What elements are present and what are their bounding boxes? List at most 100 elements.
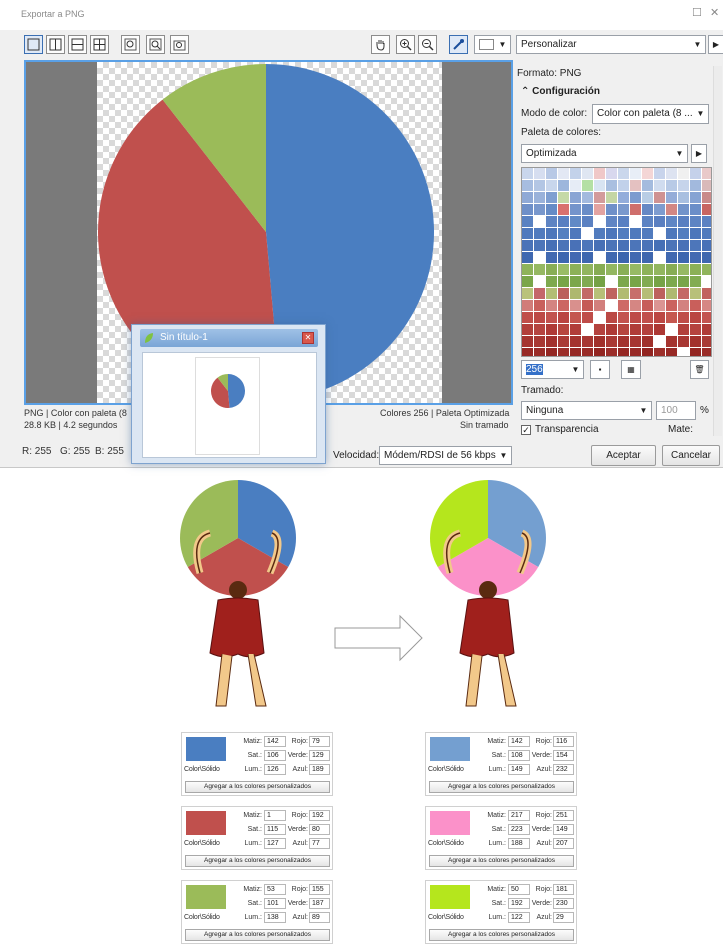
palette-swatch[interactable] xyxy=(690,252,701,263)
palette-swatch[interactable] xyxy=(654,168,665,179)
green-field[interactable]: 149 xyxy=(553,824,574,835)
blue-field[interactable]: 89 xyxy=(309,912,330,923)
zoom-out-button[interactable] xyxy=(418,35,437,54)
palette-swatch[interactable] xyxy=(678,252,689,263)
red-field[interactable]: 181 xyxy=(553,884,574,895)
palette-swatch[interactable] xyxy=(594,228,605,239)
palette-swatch[interactable] xyxy=(678,168,689,179)
palette-swatch[interactable] xyxy=(678,264,689,275)
thumbnail-window[interactable]: Sin título-1 ✕ xyxy=(131,324,326,464)
add-custom-color-button[interactable]: Agregar a los colores personalizados xyxy=(429,855,574,867)
palette-swatch[interactable] xyxy=(594,240,605,251)
palette-swatch[interactable] xyxy=(654,324,665,335)
palette-swatch[interactable] xyxy=(654,312,665,323)
palette-swatch[interactable] xyxy=(582,348,593,356)
palette-swatch[interactable] xyxy=(570,240,581,251)
palette-swatch[interactable] xyxy=(618,204,629,215)
split-vertical-button[interactable] xyxy=(46,35,65,54)
palette-swatch[interactable] xyxy=(546,336,557,347)
trash-icon[interactable]: 🗑 xyxy=(690,360,709,379)
split-horizontal-button[interactable] xyxy=(68,35,87,54)
palette-swatch[interactable] xyxy=(630,324,641,335)
palette-swatch[interactable] xyxy=(654,192,665,203)
palette-swatch[interactable] xyxy=(630,192,641,203)
sat-field[interactable]: 101 xyxy=(264,898,286,909)
palette-swatch[interactable] xyxy=(522,288,533,299)
palette-swatch[interactable] xyxy=(654,300,665,311)
palette-swatch[interactable] xyxy=(690,336,701,347)
palette-swatch[interactable] xyxy=(690,348,701,356)
ok-button[interactable]: Aceptar xyxy=(591,445,656,466)
palette-swatch[interactable] xyxy=(594,348,605,356)
palette-swatch[interactable] xyxy=(522,168,533,179)
palette-swatch[interactable] xyxy=(522,252,533,263)
palette-swatch[interactable] xyxy=(666,204,677,215)
green-field[interactable]: 129 xyxy=(309,750,330,761)
palette-swatch[interactable] xyxy=(534,336,545,347)
palette-swatch[interactable] xyxy=(702,324,711,335)
palette-swatch[interactable] xyxy=(546,180,557,191)
palette-swatch[interactable] xyxy=(534,180,545,191)
palette-swatch[interactable] xyxy=(606,348,617,356)
palette-swatch[interactable] xyxy=(570,192,581,203)
palette-swatch[interactable] xyxy=(678,192,689,203)
palette-swatch[interactable] xyxy=(666,264,677,275)
lum-field[interactable]: 127 xyxy=(264,838,286,849)
thumbnail-close-icon[interactable]: ✕ xyxy=(302,332,314,344)
palette-swatch[interactable] xyxy=(666,312,677,323)
palette-swatch[interactable] xyxy=(702,336,711,347)
palette-swatch[interactable] xyxy=(690,240,701,251)
palette-swatch[interactable] xyxy=(606,192,617,203)
palette-swatch[interactable] xyxy=(582,240,593,251)
palette-swatch[interactable] xyxy=(642,204,653,215)
palette-swatch[interactable] xyxy=(582,312,593,323)
transparency-checkbox[interactable]: ✓ xyxy=(521,425,531,435)
palette-swatch[interactable] xyxy=(642,264,653,275)
palette-swatch[interactable] xyxy=(582,192,593,203)
palette-swatch[interactable] xyxy=(546,228,557,239)
blue-field[interactable]: 29 xyxy=(553,912,574,923)
palette-swatch[interactable] xyxy=(702,252,711,263)
palette-swatch[interactable] xyxy=(618,288,629,299)
sat-field[interactable]: 115 xyxy=(264,824,286,835)
palette-swatch[interactable] xyxy=(534,168,545,179)
red-field[interactable]: 251 xyxy=(553,810,574,821)
palette-swatch[interactable] xyxy=(630,168,641,179)
palette-swatch[interactable] xyxy=(522,324,533,335)
palette-swatch[interactable] xyxy=(618,180,629,191)
palette-swatch[interactable] xyxy=(582,336,593,347)
palette-swatch[interactable] xyxy=(534,252,545,263)
palette-swatch[interactable] xyxy=(642,312,653,323)
palette-swatch[interactable] xyxy=(594,180,605,191)
palette-swatch[interactable] xyxy=(690,228,701,239)
palette-swatch[interactable] xyxy=(630,276,641,287)
palette-swatch[interactable] xyxy=(594,168,605,179)
palette-swatch[interactable] xyxy=(582,216,593,227)
palette-swatch[interactable] xyxy=(666,348,677,356)
palette-swatch[interactable] xyxy=(594,288,605,299)
palette-menu-button[interactable]: ▶ xyxy=(691,144,707,163)
palette-swatch[interactable] xyxy=(702,300,711,311)
right-panel-scrollbar[interactable] xyxy=(713,66,722,436)
palette-swatch[interactable] xyxy=(654,204,665,215)
palette-swatch[interactable] xyxy=(690,204,701,215)
palette-swatch[interactable] xyxy=(594,300,605,311)
palette-swatch[interactable] xyxy=(522,240,533,251)
close-icon[interactable]: ✕ xyxy=(710,6,719,19)
palette-swatch[interactable] xyxy=(642,216,653,227)
red-field[interactable]: 155 xyxy=(309,884,330,895)
palette-swatch[interactable] xyxy=(690,216,701,227)
palette-swatch[interactable] xyxy=(690,300,701,311)
palette-swatch[interactable] xyxy=(582,228,593,239)
palette-swatch[interactable] xyxy=(594,216,605,227)
palette-swatch[interactable] xyxy=(546,216,557,227)
palette-swatch[interactable] xyxy=(678,312,689,323)
palette-swatch[interactable] xyxy=(534,216,545,227)
palette-swatch[interactable] xyxy=(630,252,641,263)
palette-swatch[interactable] xyxy=(666,192,677,203)
palette-swatch[interactable] xyxy=(558,348,569,356)
palette-swatch[interactable] xyxy=(606,312,617,323)
color-mode-select[interactable]: Color con paleta (8 ... ▼ xyxy=(592,104,709,124)
sat-field[interactable]: 106 xyxy=(264,750,286,761)
zoom-all-button[interactable] xyxy=(170,35,189,54)
